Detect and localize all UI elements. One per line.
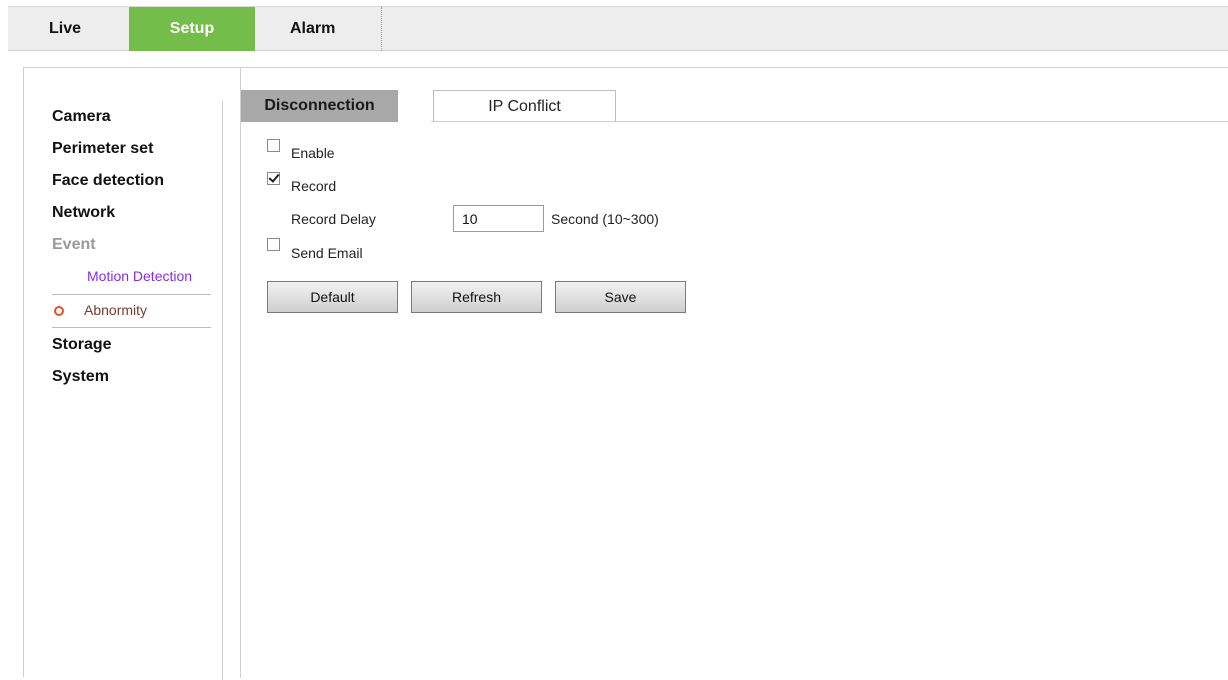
record-delay-label: Record Delay: [291, 211, 376, 227]
enable-checkbox[interactable]: [267, 139, 280, 152]
nav-tab-live[interactable]: Live: [49, 7, 81, 51]
sidebar-item-network[interactable]: Network: [52, 204, 115, 222]
sidebar-item-perimeter-set[interactable]: Perimeter set: [52, 140, 153, 158]
tab-disconnection[interactable]: Disconnection: [241, 90, 398, 122]
checkmark-icon: [268, 171, 280, 183]
save-button[interactable]: Save: [555, 281, 686, 313]
sidebar-item-event[interactable]: Event: [52, 236, 96, 254]
sidebar-item-storage[interactable]: Storage: [52, 336, 112, 354]
sidebar-divider: [52, 294, 211, 295]
refresh-button[interactable]: Refresh: [411, 281, 542, 313]
record-delay-unit: Second (10~300): [551, 211, 659, 227]
bullet-icon: [54, 306, 64, 316]
tab-ip-conflict[interactable]: IP Conflict: [433, 90, 616, 122]
send-email-checkbox[interactable]: [267, 238, 280, 251]
sidebar: Camera Perimeter set Face detection Netw…: [24, 68, 224, 680]
record-label: Record: [291, 178, 337, 194]
nav-tab-alarm[interactable]: Alarm: [290, 7, 335, 51]
enable-label: Enable: [291, 145, 335, 161]
send-email-label: Send Email: [291, 245, 363, 261]
nav-divider: [381, 7, 382, 51]
main-frame: Camera Perimeter set Face detection Netw…: [23, 67, 1228, 680]
sidebar-divider: [52, 327, 211, 328]
sidebar-subitem-motion-detection[interactable]: Motion Detection: [87, 268, 192, 284]
record-checkbox[interactable]: [267, 171, 280, 185]
tab-bar-line: [431, 121, 1228, 122]
default-button[interactable]: Default: [267, 281, 398, 313]
content-panel: Disconnection IP Conflict Enable Record …: [240, 68, 1228, 678]
sidebar-separator: [222, 100, 223, 680]
sidebar-item-camera[interactable]: Camera: [52, 108, 111, 126]
sidebar-subitem-abnormity[interactable]: Abnormity: [84, 302, 147, 318]
top-nav: Live Setup Alarm: [8, 6, 1228, 51]
record-delay-input[interactable]: [453, 205, 544, 232]
sidebar-item-face-detection[interactable]: Face detection: [52, 172, 164, 190]
nav-tab-setup[interactable]: Setup: [129, 7, 255, 51]
sidebar-item-system[interactable]: System: [52, 368, 109, 386]
